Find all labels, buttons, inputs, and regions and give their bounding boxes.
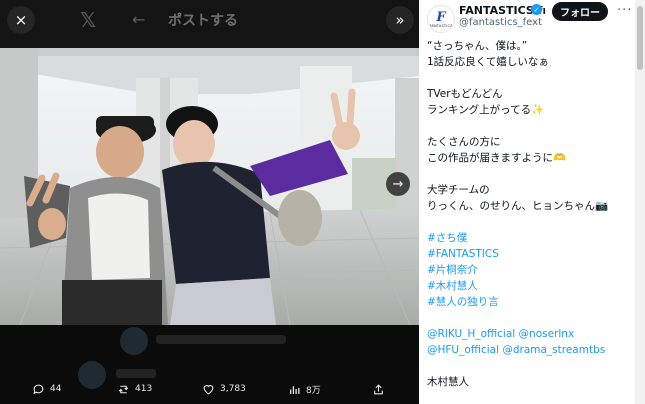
mention-link[interactable]: @HFU_official (427, 344, 499, 356)
like-button[interactable]: 3,783 (202, 383, 246, 396)
background-header: 𝕏 ← ポストする (0, 0, 419, 48)
hashtag-link[interactable]: #片桐奈介 (427, 262, 632, 278)
repost-count: 413 (135, 384, 153, 394)
close-icon[interactable]: × (7, 6, 35, 34)
x-logo: 𝕏 (80, 8, 97, 32)
share-button[interactable] (372, 383, 385, 396)
verified-badge-icon: ✓ (531, 4, 542, 15)
action-bar: 44 413 3,783 8万 (0, 374, 419, 404)
post-photo[interactable] (0, 48, 419, 325)
media-viewer: 𝕏 ← ポストする × » → 44 413 3,783 8万 (0, 0, 419, 404)
tweet-line: この作品が届きますように🫶 (427, 152, 567, 164)
tweet-signature: 木村慧人 (427, 376, 469, 388)
scrollbar[interactable] (635, 0, 645, 404)
tweet-line: 1話反応良くて嬉しいなぁ (427, 56, 549, 68)
avatar-logo-word: FANTASTICS (429, 23, 453, 28)
tweet-text: “さっちゃん、僕は。” 1話反応良くて嬉しいなぁ TVerもどんどん ランキング… (427, 38, 632, 390)
follow-button[interactable]: フォロー (552, 2, 608, 21)
handle[interactable]: @fantastics_fext (459, 17, 542, 28)
reply-button[interactable]: 44 (32, 383, 61, 396)
ghost-avatar (120, 327, 148, 355)
avatar-logo-letter: F (436, 9, 446, 25)
view-count: 8万 (306, 385, 321, 396)
hashtag-link[interactable]: #木村慧人 (427, 278, 632, 294)
repost-button[interactable]: 413 (117, 383, 152, 396)
views-chart-icon (290, 385, 300, 394)
tweet-line: たくさんの方に (427, 136, 501, 148)
reply-icon (33, 384, 44, 394)
scrollbar-thumb[interactable] (637, 6, 643, 70)
next-image-icon[interactable]: → (386, 172, 410, 196)
tweet-line: りっくん、のせりん、ヒョンちゃん📷 (427, 200, 609, 212)
expand-panel-icon[interactable]: » (386, 6, 414, 34)
back-arrow-icon[interactable]: ← (132, 10, 145, 29)
tweet-panel: F FANTASTICS FANTASTICS fro ✓ @fantastic… (419, 0, 645, 404)
share-icon (374, 383, 383, 394)
more-options-icon[interactable]: ··· (617, 3, 632, 18)
tweet-line: 大学チームの (427, 184, 490, 196)
mention-link[interactable]: @RIKU_H_official (427, 328, 515, 340)
tweet-line: ランキング上がってる✨ (427, 104, 545, 116)
hashtag-link[interactable]: #さち僕 (427, 230, 632, 246)
like-count: 3,783 (220, 384, 246, 394)
hashtag-link[interactable]: #FANTASTICS (427, 246, 632, 262)
reply-count: 44 (50, 384, 62, 394)
hashtag-link[interactable]: #慧人の独り言 (427, 294, 632, 310)
heart-icon (203, 384, 214, 394)
mention-link[interactable]: @drama_streamtbs (502, 344, 605, 356)
repost-icon (118, 385, 129, 393)
mention-link[interactable]: @noserlnx (519, 328, 575, 340)
avatar[interactable]: F FANTASTICS (427, 5, 455, 33)
tweet-line: TVerもどんどん (427, 88, 503, 100)
views-button[interactable]: 8万 (288, 383, 321, 396)
compose-title: ポストする (168, 13, 238, 29)
tweet-line: “さっちゃん、僕は。” (427, 40, 528, 52)
ghost-text-line (156, 335, 286, 344)
photo-illustration (0, 48, 419, 325)
